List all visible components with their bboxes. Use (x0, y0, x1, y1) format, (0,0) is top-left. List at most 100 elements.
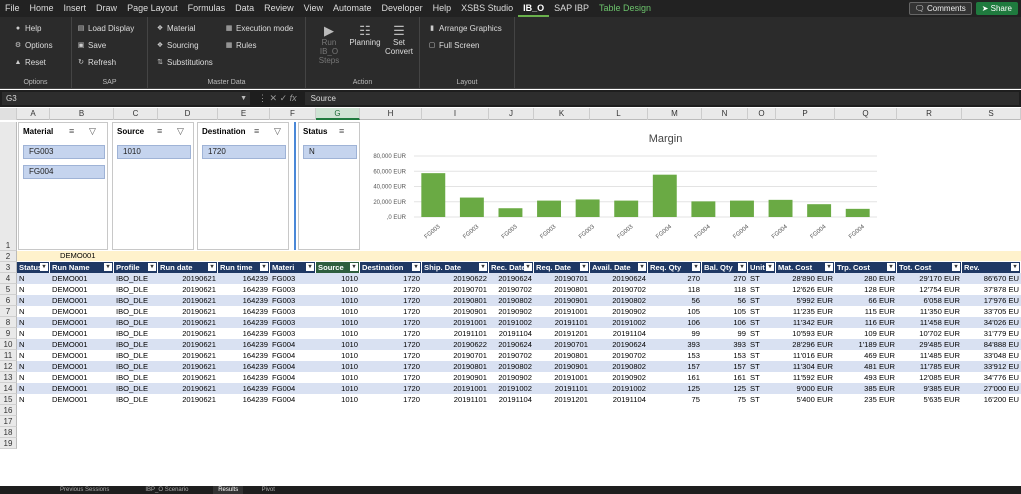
filter-dropdown-icon[interactable]: ▾ (738, 263, 746, 271)
table-cell[interactable]: 1720 (360, 394, 422, 405)
filter-dropdown-icon[interactable]: ▾ (952, 263, 960, 271)
table-cell[interactable]: 164239 (218, 350, 270, 361)
chart-bar[interactable] (498, 208, 523, 217)
table-cell[interactable]: ST (748, 284, 776, 295)
table-cell[interactable]: 12'085 EUR (897, 372, 962, 383)
table-cell[interactable]: IBO_DLE (114, 295, 158, 306)
set-convert-button[interactable]: ☰ Set Convert (382, 24, 416, 57)
table-cell[interactable]: 86'670 EU (962, 273, 1021, 284)
menu-tab-draw[interactable]: Draw (91, 0, 122, 17)
table-cell[interactable]: 493 EUR (835, 372, 897, 383)
table-cell[interactable]: 20191104 (489, 328, 534, 339)
multi-select-icon[interactable]: ≡ (69, 126, 74, 136)
table-cell[interactable]: ST (748, 394, 776, 405)
table-cell[interactable]: FG004 (270, 350, 316, 361)
chart-bar[interactable] (845, 208, 870, 217)
table-cell[interactable]: 84'888 EU (962, 339, 1021, 350)
table-cell[interactable]: 34'776 EU (962, 372, 1021, 383)
table-cell[interactable]: 34'026 EU (962, 317, 1021, 328)
table-cell[interactable]: DEMO001 (50, 273, 114, 284)
sheet-tab[interactable]: Pivot (257, 486, 280, 494)
table-cell[interactable]: 20191104 (590, 394, 648, 405)
column-header-n[interactable]: N (702, 108, 748, 120)
table-cell[interactable]: 20191001 (534, 306, 590, 317)
table-cell[interactable]: 11'304 EUR (776, 361, 835, 372)
table-cell[interactable]: 20190701 (422, 284, 489, 295)
table-cell[interactable]: 1010 (316, 295, 360, 306)
table-cell[interactable]: 20190802 (590, 361, 648, 372)
table-cell[interactable]: 164239 (218, 295, 270, 306)
filter-dropdown-icon[interactable]: ▾ (1011, 263, 1019, 271)
table-cell[interactable]: 56 (648, 295, 702, 306)
table-cell[interactable]: IBO_DLE (114, 372, 158, 383)
table-cell[interactable]: 20190701 (534, 339, 590, 350)
table-cell[interactable]: 280 EUR (835, 273, 897, 284)
table-cell[interactable]: FG004 (270, 372, 316, 383)
load-display-button[interactable]: ▤ Load Display (77, 24, 135, 33)
table-cell[interactable]: 12'754 EUR (897, 284, 962, 295)
row-header-12[interactable]: 12 (0, 361, 17, 372)
table-cell[interactable]: 164239 (218, 394, 270, 405)
table-cell[interactable]: 1010 (316, 328, 360, 339)
table-cell[interactable]: N (17, 328, 50, 339)
options-button[interactable]: ⚙ Options (14, 41, 53, 50)
table-cell[interactable]: FG003 (270, 317, 316, 328)
multi-select-icon[interactable]: ≡ (339, 126, 344, 136)
planning-button[interactable]: ☷ Planning (348, 24, 382, 48)
table-cell[interactable]: 481 EUR (835, 361, 897, 372)
table-cell[interactable]: 20190802 (489, 361, 534, 372)
table-cell[interactable]: 1010 (316, 372, 360, 383)
table-cell[interactable]: 1010 (316, 394, 360, 405)
table-cell[interactable]: 469 EUR (835, 350, 897, 361)
table-cell[interactable]: ST (748, 306, 776, 317)
menu-tab-table-design[interactable]: Table Design (594, 0, 656, 17)
column-header-l[interactable]: L (590, 108, 648, 120)
table-cell[interactable]: 118 (648, 284, 702, 295)
table-cell[interactable]: DEMO001 (50, 350, 114, 361)
column-title[interactable]: Mat. Cost ▾ (776, 262, 835, 273)
table-cell[interactable]: 106 (702, 317, 748, 328)
table-cell[interactable]: 1010 (316, 284, 360, 295)
table-cell[interactable]: 56 (702, 295, 748, 306)
fx-icon[interactable]: fx (290, 93, 297, 103)
table-cell[interactable]: 115 EUR (835, 306, 897, 317)
column-header-b[interactable]: B (50, 108, 114, 120)
multi-select-icon[interactable]: ≡ (254, 126, 259, 136)
table-cell[interactable]: N (17, 317, 50, 328)
table-cell[interactable]: 9'000 EUR (776, 383, 835, 394)
table-cell[interactable]: 20190622 (422, 339, 489, 350)
table-cell[interactable]: 1010 (316, 339, 360, 350)
table-cell[interactable]: 164239 (218, 383, 270, 394)
slicer-item[interactable]: FG004 (23, 165, 105, 179)
column-header-i[interactable]: I (422, 108, 489, 120)
table-cell[interactable]: 20190702 (590, 284, 648, 295)
table-cell[interactable]: 20190621 (158, 361, 218, 372)
table-cell[interactable]: 20190621 (158, 394, 218, 405)
menu-tab-ib-o[interactable]: IB_O (518, 0, 550, 17)
table-cell[interactable]: ST (748, 339, 776, 350)
table-cell[interactable]: N (17, 350, 50, 361)
table-cell[interactable]: 20190902 (489, 372, 534, 383)
row-header-9[interactable]: 9 (0, 328, 17, 339)
table-cell[interactable]: 20191001 (534, 372, 590, 383)
table-cell[interactable]: 20190902 (590, 306, 648, 317)
table-cell[interactable]: FG004 (270, 339, 316, 350)
table-cell[interactable]: 33'048 EU (962, 350, 1021, 361)
column-title[interactable]: Unit ▾ (748, 262, 776, 273)
table-cell[interactable]: DEMO001 (50, 339, 114, 350)
table-cell[interactable]: DEMO001 (50, 328, 114, 339)
table-cell[interactable]: 29'170 EUR (897, 273, 962, 284)
table-cell[interactable]: IBO_DLE (114, 317, 158, 328)
table-cell[interactable]: 20190621 (158, 317, 218, 328)
table-cell[interactable]: 20190621 (158, 328, 218, 339)
table-cell[interactable]: IBO_DLE (114, 361, 158, 372)
column-header-h[interactable]: H (360, 108, 422, 120)
table-cell[interactable]: 10'593 EUR (776, 328, 835, 339)
filter-dropdown-icon[interactable]: ▾ (40, 263, 48, 271)
table-cell[interactable]: IBO_DLE (114, 328, 158, 339)
table-cell[interactable]: 106 (648, 317, 702, 328)
table-cell[interactable]: ST (748, 328, 776, 339)
multi-select-icon[interactable]: ≡ (157, 126, 162, 136)
table-cell[interactable]: 270 (648, 273, 702, 284)
table-cell[interactable]: FG003 (270, 295, 316, 306)
